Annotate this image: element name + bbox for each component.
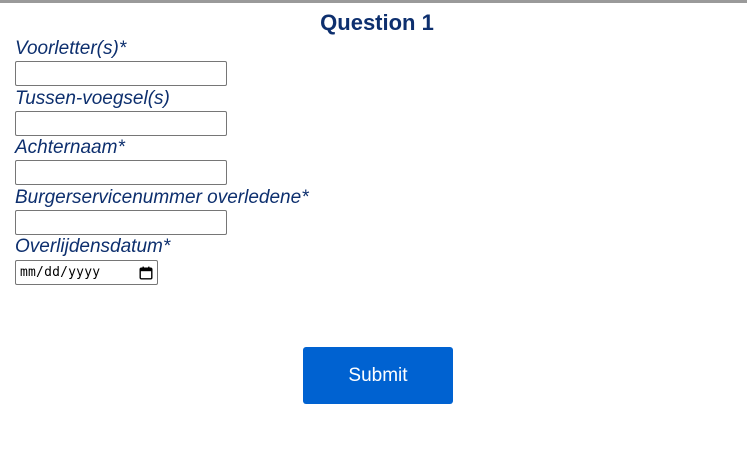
overlijdensdatum-date-input[interactable]: mm/dd/yyyy	[15, 260, 158, 285]
achternaam-label: Achternaam*	[15, 137, 125, 158]
tussenvoegsels-label: Tussen-voegsel(s)	[15, 88, 170, 109]
date-placeholder: mm/dd/yyyy	[20, 265, 101, 280]
submit-button[interactable]: Submit	[303, 347, 453, 404]
calendar-icon[interactable]	[139, 266, 153, 280]
voorletters-input[interactable]	[15, 61, 227, 86]
bsn-label: Burgerservicenummer overledene*	[15, 187, 309, 208]
voorletters-label: Voorletter(s)*	[15, 38, 127, 59]
bsn-input[interactable]	[15, 210, 227, 235]
top-divider	[0, 0, 747, 3]
achternaam-input[interactable]	[15, 160, 227, 185]
tussenvoegsels-input[interactable]	[15, 111, 227, 136]
page-title: Question 1	[320, 10, 434, 35]
overlijdensdatum-label: Overlijdensdatum*	[15, 236, 171, 257]
